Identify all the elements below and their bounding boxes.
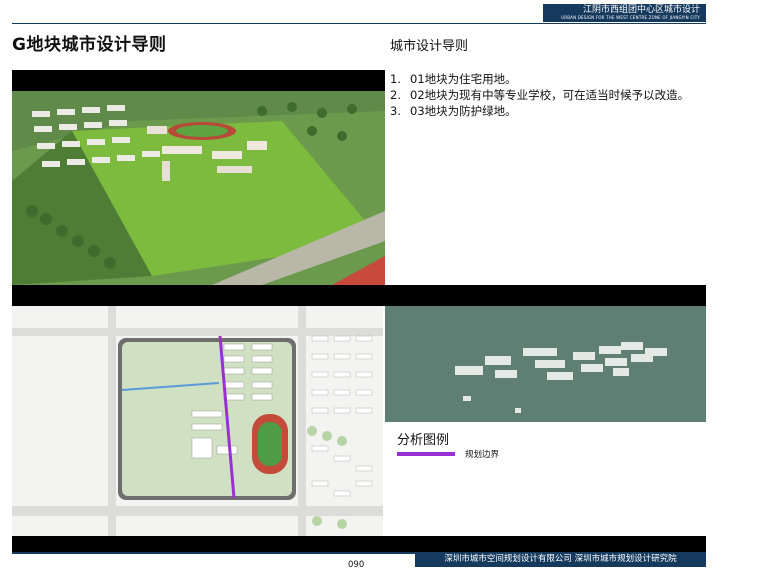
- guideline-item: 1. 01地块为住宅用地。: [390, 71, 689, 87]
- guideline-text: 01地块为住宅用地。: [410, 72, 517, 86]
- page-title: G地块城市设计导则: [12, 35, 167, 55]
- guideline-list: 1. 01地块为住宅用地。 2. 02地块为现有中等专业学校，可在适当时候予以改造。…: [390, 71, 689, 119]
- guideline-number: 1.: [390, 72, 401, 86]
- top-image-band: [12, 70, 385, 91]
- brand-subtitle: URBAN DESIGN FOR THE WEST CENTRE ZONE OF…: [561, 15, 700, 20]
- page-number: 090: [348, 560, 365, 570]
- guideline-item: 3. 03地块为防护绿地。: [390, 103, 689, 119]
- guideline-text: 03地块为防护绿地。: [410, 104, 517, 118]
- massing-model-image: [385, 306, 706, 422]
- site-plan-image: [12, 306, 383, 536]
- guide-heading: 城市设计导则: [390, 39, 469, 54]
- footer-divider: [12, 552, 415, 554]
- planning-boundary-swatch: [397, 452, 455, 456]
- guideline-number: 2.: [390, 88, 401, 102]
- guideline-item: 2. 02地块为现有中等专业学校，可在适当时候予以改造。: [390, 87, 689, 103]
- legend-heading: 分析图例: [397, 433, 450, 448]
- brand-block: 江阴市西组团中心区城市设计 URBAN DESIGN FOR THE WEST …: [543, 4, 706, 22]
- footer-org-bar: 深圳市城市空间规划设计有限公司 深圳市城市规划设计研究院: [415, 552, 706, 567]
- guideline-number: 3.: [390, 104, 401, 118]
- aerial-rendering-image: [12, 91, 385, 285]
- middle-image-band: [12, 285, 706, 306]
- guideline-text: 02地块为现有中等专业学校，可在适当时候予以改造。: [410, 88, 690, 102]
- bottom-image-band: [12, 536, 706, 552]
- header-divider: [12, 23, 706, 24]
- legend-label: 规划边界: [465, 450, 500, 460]
- brand-title: 江阴市西组团中心区城市设计: [582, 5, 700, 15]
